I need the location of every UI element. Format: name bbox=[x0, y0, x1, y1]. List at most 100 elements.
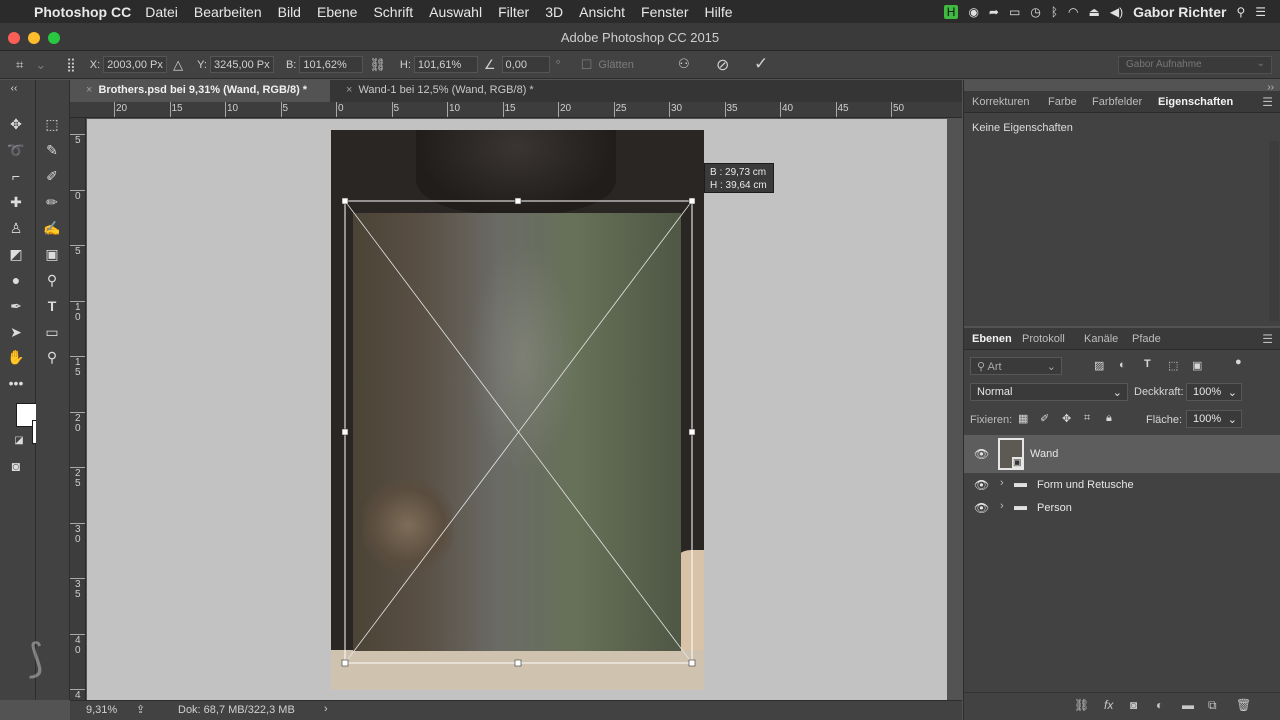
lock-artboard-icon[interactable]: ⌗ bbox=[1084, 412, 1090, 425]
wifi-icon[interactable]: ◠ bbox=[1068, 5, 1078, 19]
layer-filter-select[interactable]: ⚲ Art ⌄ bbox=[970, 357, 1062, 375]
visibility-eye-icon[interactable]: 👁︎ bbox=[974, 447, 989, 461]
path-select-tool-icon[interactable]: ➤ bbox=[4, 321, 28, 343]
zoom-level[interactable]: 9,31% bbox=[86, 704, 117, 716]
panel-menu-icon[interactable]: ☰ bbox=[1262, 332, 1273, 346]
fill-field[interactable]: 100% ⌄ bbox=[1186, 410, 1242, 428]
app-status-icon[interactable]: H bbox=[943, 4, 959, 19]
gradient-tool-icon[interactable]: ▣ bbox=[40, 243, 64, 265]
menu-fenster[interactable]: Fenster bbox=[641, 4, 688, 20]
menu-app-name[interactable]: Photoshop CC bbox=[34, 4, 131, 20]
lock-paint-icon[interactable]: ✐ bbox=[1040, 412, 1049, 425]
quick-mask-icon[interactable]: ◙ bbox=[4, 455, 28, 477]
layer-row-group[interactable]: 👁︎ › ▬ Person bbox=[964, 496, 1280, 519]
visibility-eye-icon[interactable]: 👁︎ bbox=[974, 478, 989, 492]
move-tool-icon[interactable]: ✥ bbox=[4, 113, 28, 135]
tab-brothers[interactable]: × Brothers.psd bei 9,31% (Wand, RGB/8) * bbox=[70, 80, 330, 102]
crop-tool-icon[interactable]: ⌐ bbox=[4, 165, 28, 187]
menu-3d[interactable]: 3D bbox=[545, 4, 563, 20]
close-tab-icon[interactable]: × bbox=[86, 84, 92, 96]
new-group-icon[interactable]: ▬ bbox=[1182, 698, 1194, 712]
eraser-tool-icon[interactable]: ◩ bbox=[4, 243, 28, 265]
commit-transform-icon[interactable]: ✓ bbox=[754, 54, 768, 74]
history-brush-tool-icon[interactable]: ✍ bbox=[40, 217, 64, 239]
menu-auswahl[interactable]: Auswahl bbox=[429, 4, 482, 20]
volume-icon[interactable]: ◀) bbox=[1110, 5, 1123, 19]
menu-hilfe[interactable]: Hilfe bbox=[705, 4, 733, 20]
x-field[interactable]: 2003,00 Px bbox=[103, 56, 168, 73]
tab-ebenen[interactable]: Ebenen bbox=[972, 333, 1012, 345]
height-field[interactable]: 101,61% bbox=[413, 56, 478, 73]
chevron-right-icon[interactable]: › bbox=[1000, 477, 1004, 489]
more-tools-icon[interactable]: ••• bbox=[4, 372, 28, 394]
filter-shape-icon[interactable]: ⬚ bbox=[1168, 359, 1178, 372]
warp-icon[interactable]: ⚇ bbox=[678, 56, 690, 72]
menu-schrift[interactable]: Schrift bbox=[373, 4, 413, 20]
collapse-toolbar-icon[interactable]: ‹‹ bbox=[2, 82, 26, 96]
filter-smart-object-icon[interactable]: ▣ bbox=[1192, 359, 1202, 372]
adjustment-layer-icon[interactable]: ◐ bbox=[1156, 698, 1163, 712]
chevron-right-icon[interactable]: › bbox=[1000, 500, 1004, 512]
tab-farbe[interactable]: Farbe bbox=[1048, 96, 1077, 108]
tool-preset-caret-icon[interactable]: ⌄ bbox=[35, 57, 46, 73]
status-expand-icon[interactable]: › bbox=[324, 703, 328, 715]
dodge-tool-icon[interactable]: ⚲ bbox=[40, 269, 64, 291]
tab-kanaele[interactable]: Kanäle bbox=[1084, 333, 1118, 345]
fx-button[interactable]: fx bbox=[1104, 698, 1113, 712]
layer-row-group[interactable]: 👁︎ › ▬ Form und Retusche bbox=[964, 473, 1280, 496]
lock-position-icon[interactable]: ✥ bbox=[1062, 412, 1071, 425]
forward-icon[interactable]: ➦ bbox=[989, 5, 999, 19]
time-machine-icon[interactable]: ◷ bbox=[1030, 5, 1040, 19]
menu-filter[interactable]: Filter bbox=[498, 4, 529, 20]
eject-icon[interactable]: ⏏ bbox=[1089, 5, 1100, 19]
visibility-eye-icon[interactable]: 👁︎ bbox=[974, 501, 989, 515]
lock-transparency-icon[interactable]: ▦ bbox=[1018, 412, 1028, 425]
menu-bild[interactable]: Bild bbox=[278, 4, 301, 20]
opacity-field[interactable]: 100% ⌄ bbox=[1186, 383, 1242, 401]
search-icon[interactable]: ⚲ bbox=[1236, 5, 1245, 19]
hand-tool-icon[interactable]: ✋ bbox=[4, 346, 28, 368]
tab-wand-1[interactable]: × Wand-1 bei 12,5% (Wand, RGB/8) * bbox=[330, 80, 566, 102]
type-tool-icon[interactable]: T bbox=[40, 295, 64, 317]
delete-layer-icon[interactable]: 🗑︎ bbox=[1236, 698, 1251, 712]
delta-icon[interactable]: △ bbox=[173, 57, 183, 73]
tab-farbfelder[interactable]: Farbfelder bbox=[1092, 96, 1142, 108]
cancel-transform-icon[interactable]: ⊘ bbox=[716, 55, 729, 75]
eyedropper-tool-icon[interactable]: ✐ bbox=[40, 165, 64, 187]
lasso-tool-icon[interactable]: ➰ bbox=[4, 139, 28, 161]
menu-datei[interactable]: Datei bbox=[145, 4, 178, 20]
menu-ebene[interactable]: Ebene bbox=[317, 4, 357, 20]
add-mask-icon[interactable]: ◙ bbox=[1130, 698, 1137, 712]
list-icon[interactable]: ☰ bbox=[1255, 5, 1266, 19]
workspace-select[interactable]: Gabor Aufnahme ⌄ bbox=[1118, 56, 1272, 74]
default-colors-icon[interactable]: ◪ bbox=[12, 430, 26, 452]
lock-all-icon[interactable]: 🔒︎ bbox=[1106, 412, 1112, 425]
width-field[interactable]: 101,62% bbox=[299, 56, 364, 73]
close-tab-icon[interactable]: × bbox=[346, 84, 352, 96]
filter-pixel-icon[interactable]: ▨ bbox=[1094, 359, 1104, 372]
menu-bearbeiten[interactable]: Bearbeiten bbox=[194, 4, 262, 20]
reference-point-icon[interactable]: ⣿ bbox=[66, 57, 76, 73]
link-layers-icon[interactable]: ⛓ bbox=[1074, 698, 1089, 712]
panel-menu-icon[interactable]: ☰ bbox=[1262, 95, 1273, 109]
blur-tool-icon[interactable]: ● bbox=[4, 269, 28, 291]
user-name[interactable]: Gabor Richter bbox=[1133, 4, 1226, 20]
quick-select-tool-icon[interactable]: ✎ bbox=[40, 139, 64, 161]
tab-protokoll[interactable]: Protokoll bbox=[1022, 333, 1065, 345]
share-icon[interactable]: ⇪ bbox=[136, 703, 145, 716]
cloud-icon[interactable]: ◉ bbox=[968, 5, 978, 19]
filter-toggle-icon[interactable]: ● bbox=[1235, 356, 1242, 368]
stamp-tool-icon[interactable]: ♙ bbox=[4, 217, 28, 239]
link-icon[interactable]: ⛓ bbox=[369, 57, 386, 73]
healing-tool-icon[interactable]: ✚ bbox=[4, 191, 28, 213]
angle-field[interactable]: 0,00 bbox=[501, 56, 550, 73]
display-icon[interactable]: ▭ bbox=[1009, 5, 1020, 19]
menu-ansicht[interactable]: Ansicht bbox=[579, 4, 625, 20]
blend-mode-select[interactable]: Normal ⌄ bbox=[970, 383, 1128, 401]
panel-scrollbar[interactable] bbox=[1269, 141, 1279, 321]
filter-adjustment-icon[interactable]: ◐ bbox=[1119, 359, 1126, 371]
shape-tool-icon[interactable]: ▭ bbox=[40, 321, 64, 343]
transform-tool-icon[interactable]: ⌗ bbox=[16, 57, 23, 73]
bluetooth-icon[interactable]: ᛒ bbox=[1051, 5, 1058, 19]
y-field[interactable]: 3245,00 Px bbox=[209, 56, 274, 73]
